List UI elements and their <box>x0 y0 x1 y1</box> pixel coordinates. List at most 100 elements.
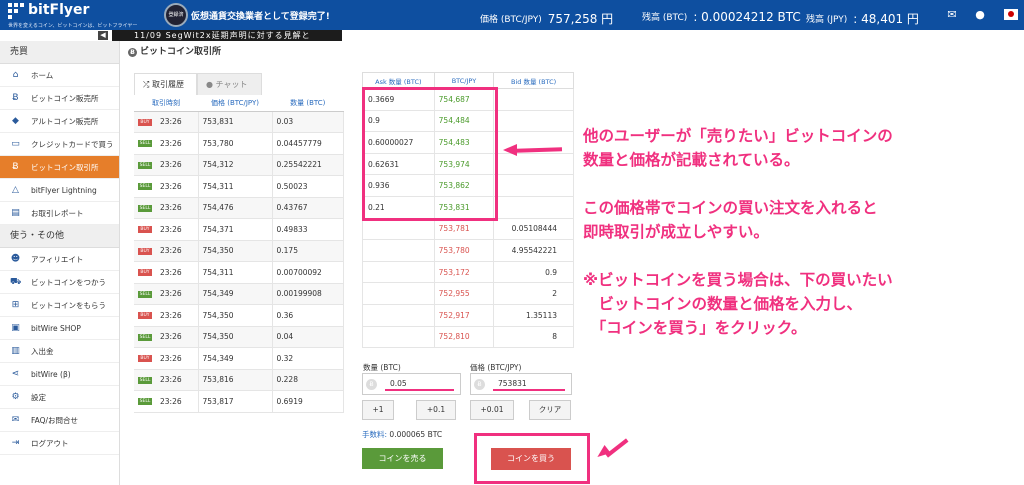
sidebar-item[interactable]: ▭ クレジットカードで買う <box>0 133 119 156</box>
sidebar-item-label: 入出金 <box>31 347 54 356</box>
sidebar-item[interactable]: ⊞ ビットコインをもらう <box>0 294 119 317</box>
history-row: BUY 23:26 754,350 0.175 <box>134 240 344 262</box>
bid-row[interactable]: 752,810 8 <box>362 325 574 349</box>
history-row: BUY 23:26 754,371 0.49833 <box>134 218 344 241</box>
sidebar-item[interactable]: Ƀ ビットコイン取引所 <box>0 156 119 179</box>
tab-trade-history-label: 取引履歴 <box>151 80 184 89</box>
collapse-sidebar-icon[interactable]: ◀ <box>98 31 108 40</box>
plus-point-zero-one-button[interactable]: +0.01 <box>470 400 514 420</box>
btc-price-value: 757,258 円 <box>547 12 614 26</box>
bid-row[interactable]: 752,917 1.35113 <box>362 303 574 327</box>
pointer-arrow-buy-tail <box>605 438 629 458</box>
plus-one-button[interactable]: +1 <box>362 400 394 420</box>
ask-row[interactable]: 0.62631 753,974 <box>362 152 574 176</box>
ask-row[interactable]: 0.21 753,831 <box>362 195 574 219</box>
menu-icon[interactable] <box>984 8 998 22</box>
history-time-cell: SELL 23:26 <box>134 283 199 305</box>
history-time-cell: SELL 23:26 <box>134 369 199 391</box>
buy-badge: BUY <box>138 312 152 320</box>
sidebar-item[interactable]: Ƀ ビットコイン販売所 <box>0 87 119 110</box>
bid-qty-empty <box>493 174 574 197</box>
history-qty: 0.228 <box>272 369 344 391</box>
ask-qty: 0.60000027 <box>362 131 435 154</box>
buy-badge: BUY <box>138 226 152 234</box>
bid-row[interactable]: 752,955 2 <box>362 282 574 305</box>
sidebar-section-trade: 売買 <box>0 41 119 64</box>
btc-balance-stat: 残高 (BTC): 0.00024212 BTC <box>642 9 801 24</box>
sidebar-item[interactable]: ⌂ ホーム <box>0 64 119 87</box>
bid-price: 752,917 <box>433 303 495 327</box>
jpy-balance-stat: 残高 (JPY): 48,401 円 <box>806 9 919 26</box>
page-title-text: ビットコイン取引所 <box>140 47 222 57</box>
ask-qty: 0.9 <box>362 109 435 133</box>
sidebar-item[interactable]: ▣ bitWire SHOP <box>0 317 119 340</box>
history-time: 23:26 <box>160 246 182 256</box>
bid-row[interactable]: 753,781 0.05108444 <box>362 217 574 241</box>
jpy-balance-value: : 48,401 円 <box>853 12 919 26</box>
history-price: 753,816 <box>198 369 273 391</box>
top-header: bitFlyer 世界を変えるコイン、ビットコインは、ビットフライヤー 登録済 … <box>0 0 1024 30</box>
ask-row[interactable]: 0.9 754,484 <box>362 109 574 133</box>
japan-flag-icon[interactable] <box>1004 9 1018 20</box>
history-time-cell: SELL 23:26 <box>134 390 199 413</box>
history-row: BUY 23:26 754,311 0.00700092 <box>134 261 344 284</box>
deposit-icon: ▥ <box>11 346 20 356</box>
sidebar-item-label: ビットコイン販売所 <box>31 94 99 103</box>
ask-row[interactable]: 0.3669 754,687 <box>362 88 574 111</box>
history-price: 754,349 <box>198 347 273 370</box>
history-price: 753,817 <box>198 390 273 413</box>
logo-text: bitFlyer <box>28 2 90 18</box>
sidebar-item[interactable]: ⋖ bitWire (β) <box>0 363 119 386</box>
ask-qty: 0.3669 <box>362 88 435 111</box>
buy-coin-button[interactable]: コインを買う <box>491 448 571 470</box>
history-time: 23:26 <box>160 160 182 170</box>
plus-point-one-button[interactable]: +0.1 <box>416 400 456 420</box>
sidebar-item-label: ホーム <box>31 71 54 80</box>
sidebar: 売買 ⌂ ホーム Ƀ ビットコイン販売所 ◆ アルトコイン販売所 ▭ クレジットカードで買う Ƀ… <box>0 41 120 485</box>
sidebar-item[interactable]: △ bitFlyer Lightning <box>0 179 119 202</box>
sidebar-item-label: bitFlyer Lightning <box>31 186 97 195</box>
history-time: 23:26 <box>160 224 182 234</box>
sidebar-item[interactable]: ☻ アフィリエイト <box>0 248 119 271</box>
bid-qty: 1.35113 <box>493 303 574 327</box>
sidebar-item[interactable]: ▥ 入出金 <box>0 340 119 363</box>
sell-badge: SELL <box>138 376 152 384</box>
history-header-price: 価格 (BTC/JPY) <box>198 95 272 112</box>
bitcoin-icon: Ƀ <box>474 379 485 390</box>
ask-price: 754,687 <box>433 88 495 111</box>
sidebar-item[interactable]: ◆ アルトコイン販売所 <box>0 110 119 133</box>
registration-banner[interactable]: 仮想通貨交換業者として登録完了! <box>191 9 330 22</box>
bid-price: 753,781 <box>433 217 495 241</box>
sidebar-item[interactable]: ✉ FAQ/お問合せ <box>0 409 119 432</box>
tab-chat[interactable]: ● チャット <box>197 73 262 95</box>
sidebar-item[interactable]: ⚙ 設定 <box>0 386 119 409</box>
ask-price: 753,862 <box>433 174 495 197</box>
price-input[interactable]: Ƀ 753831 <box>470 373 572 395</box>
history-row: BUY 23:26 753,831 0.03 <box>134 111 344 133</box>
cart-icon: ⛟ <box>10 277 22 287</box>
sidebar-item[interactable]: ⇥ ログアウト <box>0 432 119 455</box>
history-row: BUY 23:26 754,350 0.36 <box>134 304 344 327</box>
mail-icon[interactable]: ✉ <box>945 8 959 22</box>
bid-price: 752,955 <box>433 282 495 305</box>
credit-card-icon: ▭ <box>11 139 20 149</box>
bid-qty-empty <box>493 88 574 111</box>
sidebar-item[interactable]: ▤ お取引レポート <box>0 202 119 225</box>
bid-row[interactable]: 753,172 0.9 <box>362 260 574 284</box>
ask-row[interactable]: 0.936 753,862 <box>362 174 574 197</box>
news-ticker[interactable]: 11/09 SegWit2x延期声明に対する見解と <box>112 30 342 41</box>
history-price: 754,476 <box>198 197 273 219</box>
history-qty: 0.6919 <box>272 390 344 413</box>
qty-input[interactable]: Ƀ 0.05 <box>362 373 461 395</box>
ask-qty-empty <box>362 239 435 262</box>
clear-button[interactable]: クリア <box>529 400 571 420</box>
bid-row[interactable]: 753,780 4.95542221 <box>362 239 574 262</box>
annotation-line: 「コインを買う」をクリック。 <box>583 319 807 337</box>
sidebar-item[interactable]: ⛟ ビットコインをつかう <box>0 271 119 294</box>
ask-qty-empty <box>362 303 435 327</box>
sidebar-item-label: bitWire (β) <box>31 370 71 379</box>
ask-price: 754,484 <box>433 109 495 133</box>
sell-coin-button[interactable]: コインを売る <box>362 448 443 469</box>
tab-trade-history[interactable]: ⤮ 取引履歴 <box>134 73 197 95</box>
report-icon: ▤ <box>11 208 20 218</box>
